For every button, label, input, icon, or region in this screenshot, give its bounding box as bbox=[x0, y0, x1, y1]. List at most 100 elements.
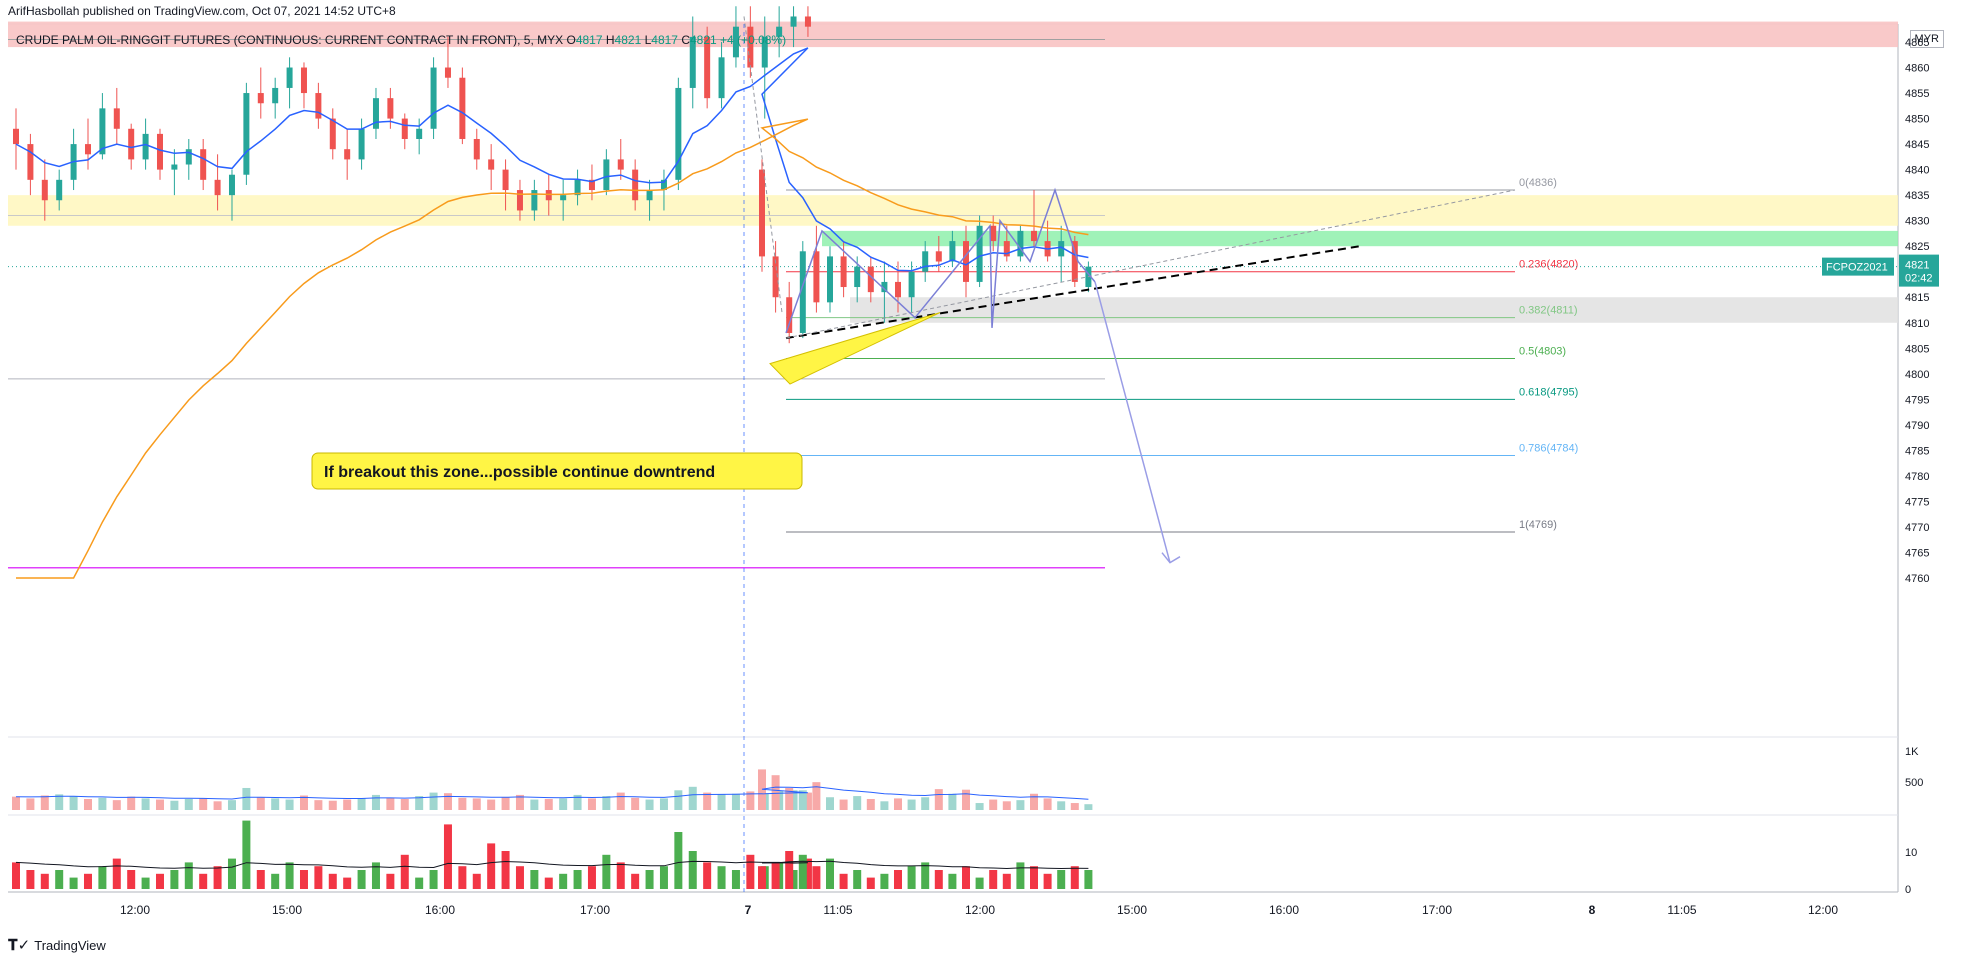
d1-osc-27 bbox=[400, 854, 409, 889]
candle-d2-body-5 bbox=[827, 256, 833, 303]
price-tick-6: 4790 bbox=[1905, 420, 1929, 432]
time-tick-3: 17:00 bbox=[580, 903, 610, 917]
downtrend-arrow bbox=[1094, 281, 1171, 563]
tradingview-logo-icon: 𝐓✓ bbox=[8, 937, 31, 954]
candle-d2-body-11 bbox=[908, 271, 915, 298]
candle-d2-body-7 bbox=[854, 266, 861, 288]
price-tick-5: 4785 bbox=[1905, 445, 1929, 457]
candle-d2-body-16 bbox=[976, 225, 983, 282]
d1-vol-13 bbox=[199, 798, 208, 810]
d1-vol-45 bbox=[659, 798, 668, 810]
d1-osc-11 bbox=[170, 870, 179, 889]
price-tick-16: 4840 bbox=[1905, 165, 1929, 177]
d1-vol-36 bbox=[530, 799, 539, 810]
d1-vol-6 bbox=[98, 797, 107, 810]
price-tick-0: 4760 bbox=[1905, 573, 1929, 585]
d1-osc-29 bbox=[429, 870, 438, 889]
symbol-legend: CRUDE PALM OIL-RINGGIT FUTURES (CONTINUO… bbox=[16, 33, 786, 47]
d1-osc-23 bbox=[343, 877, 352, 889]
d1-osc-48 bbox=[703, 862, 712, 889]
candle-d1-body-5 bbox=[84, 144, 91, 155]
price-tick-13: 4825 bbox=[1905, 241, 1929, 253]
d1-vol-17 bbox=[256, 797, 265, 810]
d1-osc-28 bbox=[415, 877, 424, 889]
d1-osc-14 bbox=[213, 866, 222, 889]
d1-vol-24 bbox=[357, 798, 366, 810]
d1-vol-46 bbox=[674, 790, 683, 810]
ohlc-high: 4821 bbox=[614, 33, 642, 47]
d1-vol-4 bbox=[69, 796, 78, 810]
d2-vol-1 bbox=[771, 775, 780, 810]
d2-vol-8 bbox=[866, 798, 875, 810]
footer-brand[interactable]: 𝐓✓ TradingView bbox=[8, 936, 106, 954]
volume-tick-0: 1K bbox=[1905, 746, 1919, 758]
candle-d1-body-30 bbox=[444, 67, 451, 78]
d2-osc-11 bbox=[907, 866, 916, 889]
d1-osc-24 bbox=[357, 870, 366, 889]
candle-d1-body-29 bbox=[430, 67, 437, 129]
candle-d1-body-38 bbox=[560, 195, 567, 201]
price-chart[interactable]: 0(4836) 0.236(4820) 0.382(4811) 0.5(4803) 0.… bbox=[0, 0, 1962, 960]
candle-d2-body-19 bbox=[1017, 230, 1024, 257]
d1-osc-43 bbox=[631, 873, 640, 889]
d1-vol-0 bbox=[12, 796, 20, 810]
candle-d1-body-35 bbox=[516, 190, 523, 211]
ohlc-open: 4817 bbox=[575, 33, 603, 47]
symbol-name[interactable]: CRUDE PALM OIL-RINGGIT FUTURES (CONTINUO… bbox=[16, 33, 563, 47]
candle-d1-body-55 bbox=[804, 16, 811, 27]
d1-osc-30 bbox=[443, 824, 452, 889]
time-tick-1: 15:00 bbox=[272, 903, 302, 917]
d1-osc-31 bbox=[458, 866, 467, 889]
candle-d1-body-12 bbox=[185, 149, 192, 165]
d1-osc-46 bbox=[674, 832, 683, 889]
d2-osc-6 bbox=[839, 873, 848, 889]
d1-vol-48 bbox=[703, 792, 712, 810]
d1-osc-40 bbox=[587, 866, 596, 889]
d1-osc-4 bbox=[69, 877, 78, 889]
d1-osc-5 bbox=[83, 873, 92, 889]
d2-vol-16 bbox=[975, 803, 984, 810]
time-tick-2: 16:00 bbox=[425, 903, 455, 917]
time-tick-5: 11:05 bbox=[823, 903, 852, 917]
d2-vol-6 bbox=[839, 799, 848, 810]
d2-vol-20 bbox=[1030, 793, 1038, 810]
d1-osc-10 bbox=[155, 873, 164, 889]
d1-vol-40 bbox=[587, 798, 596, 810]
d1-osc-21 bbox=[314, 866, 323, 889]
d1-vol-30 bbox=[443, 793, 452, 810]
d1-osc-26 bbox=[386, 873, 395, 889]
time-tick-4: 7 bbox=[745, 903, 752, 917]
d1-vol-9 bbox=[141, 798, 150, 810]
price-tick-11: 4815 bbox=[1905, 292, 1929, 304]
d1-vol-8 bbox=[127, 796, 136, 810]
ohlc-change: +4 (+0.08%) bbox=[720, 33, 787, 47]
price-tick-8: 4800 bbox=[1905, 369, 1929, 381]
d2-vol-23 bbox=[1070, 803, 1079, 810]
d1-vol-19 bbox=[285, 799, 294, 810]
candle-d2-body-4 bbox=[813, 251, 820, 303]
candle-d1-body-28 bbox=[416, 128, 423, 139]
candle-d1-body-19 bbox=[286, 67, 293, 88]
d2-osc-13 bbox=[934, 870, 943, 889]
d2-osc-3 bbox=[798, 854, 807, 889]
d1-osc-45 bbox=[659, 866, 668, 889]
d2-vol-21 bbox=[1043, 798, 1052, 810]
candle-d1-body-21 bbox=[315, 93, 322, 119]
candle-d2-body-2 bbox=[786, 297, 793, 333]
candle-d1-body-49 bbox=[718, 57, 725, 99]
d2-osc-22 bbox=[1057, 870, 1066, 889]
candle-d1-body-20 bbox=[300, 67, 307, 94]
d1-osc-50 bbox=[731, 870, 740, 889]
d1-osc-13 bbox=[199, 873, 208, 889]
candle-d2-body-0 bbox=[759, 169, 765, 257]
price-tick-14: 4830 bbox=[1905, 216, 1929, 228]
d2-osc-17 bbox=[989, 870, 998, 889]
d1-vol-14 bbox=[213, 801, 222, 810]
price-tick-20: 4860 bbox=[1905, 63, 1929, 75]
d2-vol-14 bbox=[948, 793, 957, 810]
zone-grey bbox=[850, 297, 1898, 323]
d1-vol-23 bbox=[343, 799, 352, 810]
candle-d1-body-32 bbox=[473, 138, 480, 160]
d1-osc-8 bbox=[127, 870, 136, 889]
price-tick-2: 4770 bbox=[1905, 522, 1929, 534]
